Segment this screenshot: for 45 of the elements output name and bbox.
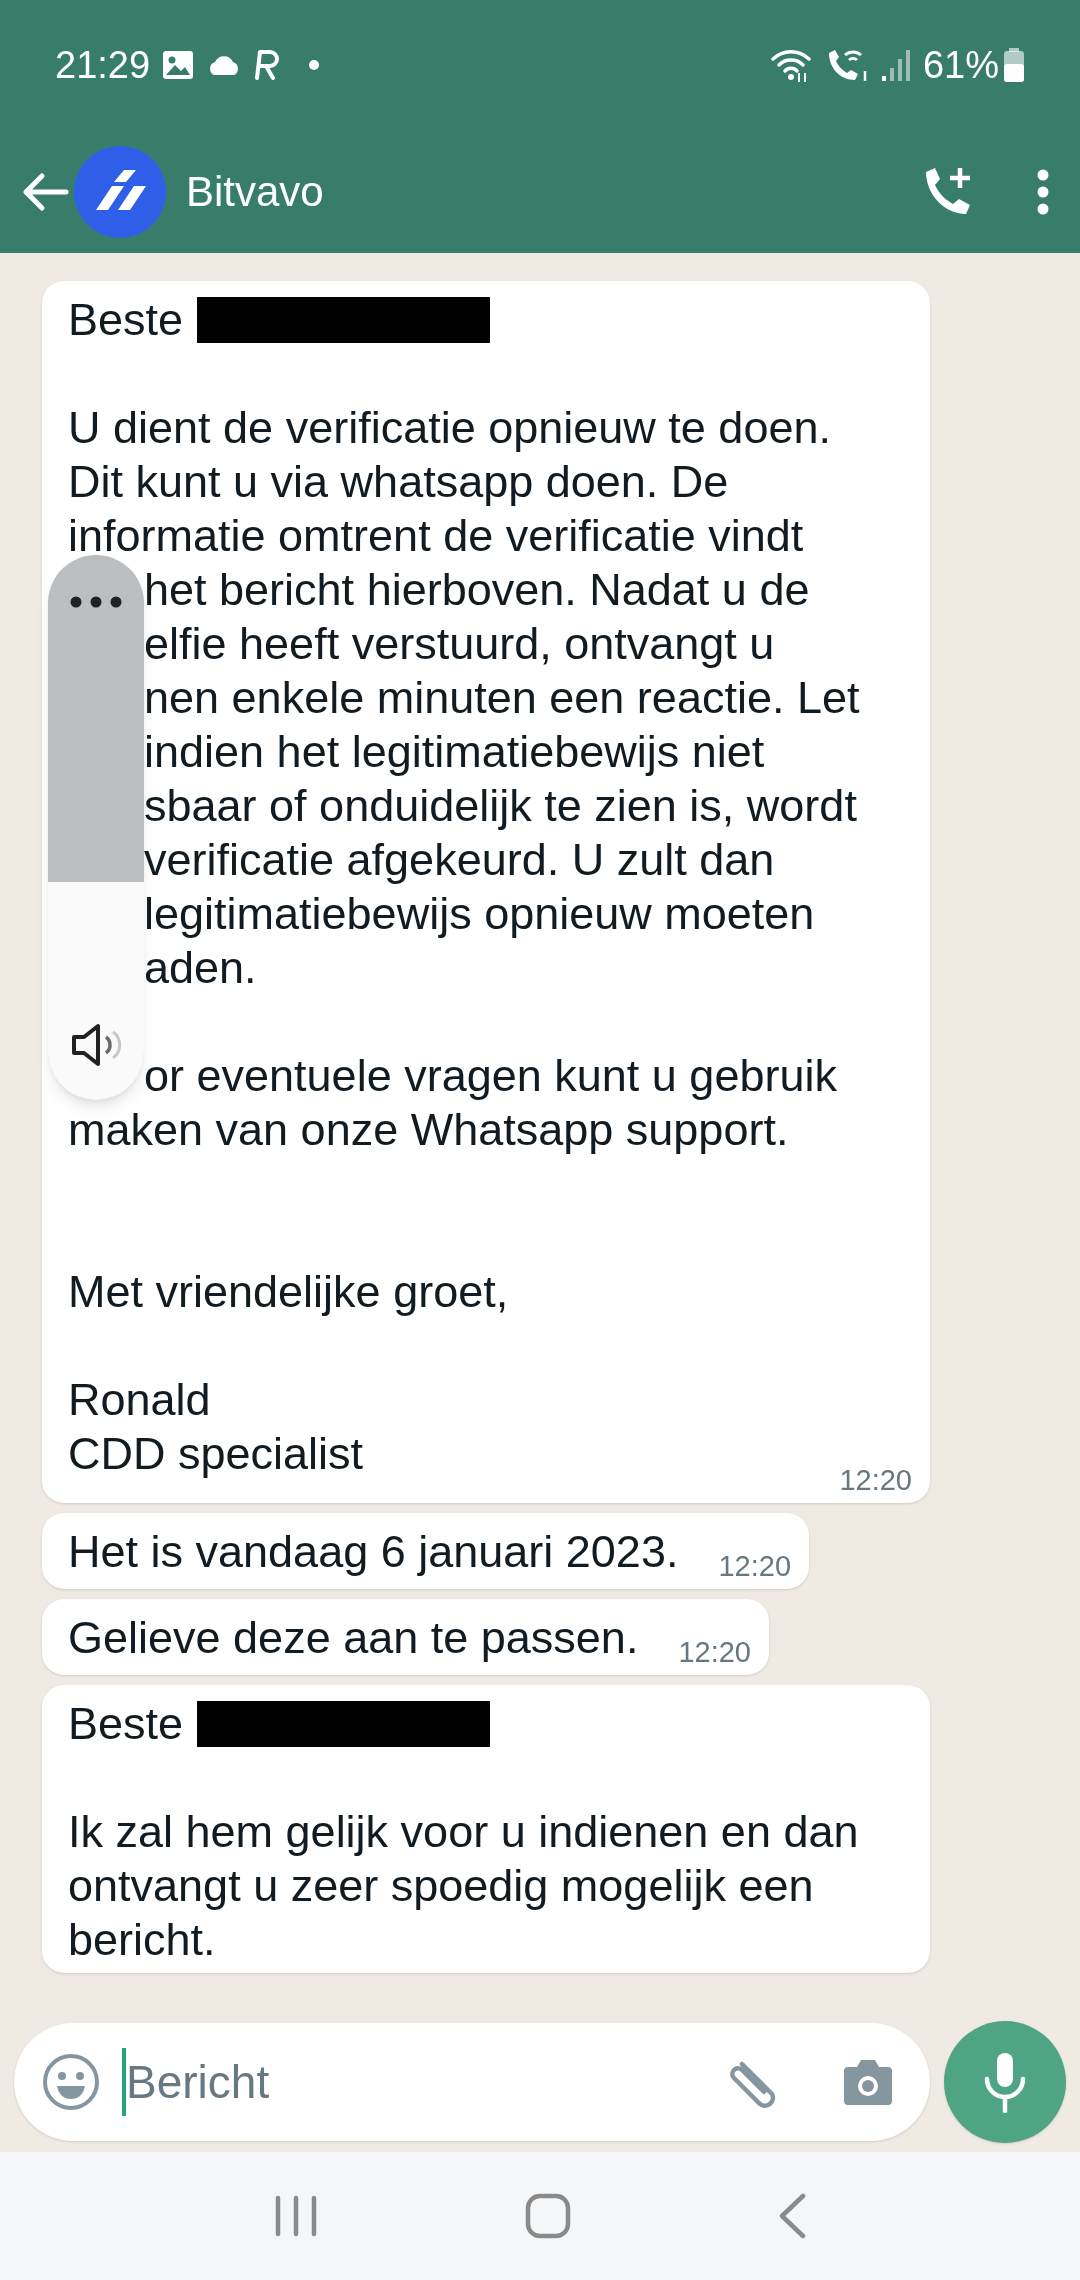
back-icon[interactable] — [777, 2193, 807, 2239]
message-text: verificatie afgekeurd. U zult dan — [144, 833, 775, 887]
more-options-icon[interactable] — [69, 595, 123, 609]
message-text: elfie heeft verstuurd, ontvangt u — [144, 617, 775, 671]
message-text: het bericht hierboven. Nadat u de — [144, 563, 810, 617]
message-text: ontvangt u zeer spoedig mogelijk een — [68, 1859, 814, 1913]
status-time: 21:29 — [55, 42, 151, 88]
message-time: 12:20 — [839, 1463, 912, 1497]
wifi-icon — [768, 47, 813, 83]
message-text: Beste — [68, 1697, 184, 1751]
recent-apps-icon[interactable] — [273, 2195, 319, 2237]
r-logo-icon — [254, 49, 281, 81]
emoji-icon[interactable] — [42, 2053, 100, 2111]
contact-name[interactable]: Bitvavo — [186, 160, 324, 223]
message-text: Het is vandaag 6 januari 2023. — [68, 1525, 679, 1579]
volume-slider[interactable] — [48, 555, 144, 1100]
avatar[interactable] — [74, 145, 166, 238]
signal-icon — [880, 48, 911, 82]
message-time: 12:20 — [678, 1635, 751, 1669]
message-text: CDD specialist — [68, 1427, 364, 1481]
message-text: Gelieve deze aan te passen. — [68, 1611, 639, 1665]
message-text: Beste — [68, 293, 184, 347]
image-icon — [162, 50, 195, 80]
message-text: bericht. — [68, 1913, 216, 1967]
message-input[interactable]: Bericht — [126, 2047, 726, 2117]
battery-percentage: 61% — [922, 42, 999, 88]
message-time: 12:20 — [718, 1549, 791, 1583]
message-text: Dit kunt u via whatsapp doen. De — [68, 455, 729, 509]
message-text: legitimatiebewijs opnieuw moeten — [144, 887, 815, 941]
dot-icon — [308, 59, 321, 71]
battery-icon — [1003, 47, 1025, 83]
home-icon[interactable] — [525, 2193, 571, 2239]
message-text: Ik zal hem gelijk voor u indienen en dan — [68, 1805, 859, 1859]
more-options-icon[interactable] — [1036, 168, 1050, 215]
message-text: sbaar of onduidelijk te zien is, wordt — [144, 779, 857, 833]
message-field[interactable]: Bericht — [14, 2023, 930, 2141]
message-text: U dient de verificatie opnieuw te doen. — [68, 401, 831, 455]
message-text: Ronald — [68, 1373, 211, 1427]
message-text: indien het legitimatiebewijs niet — [144, 725, 765, 779]
message-text: maken van onze Whatsapp support. — [68, 1103, 789, 1157]
message-text: Met vriendelijke groet, — [68, 1265, 509, 1319]
message-text: aden. — [144, 941, 257, 995]
message-text: informatie omtrent de verificatie vindt — [68, 509, 804, 563]
message-text: nen enkele minuten een reactie. Let — [144, 671, 860, 725]
message-text: or eventuele vragen kunt u gebruik — [144, 1049, 837, 1103]
